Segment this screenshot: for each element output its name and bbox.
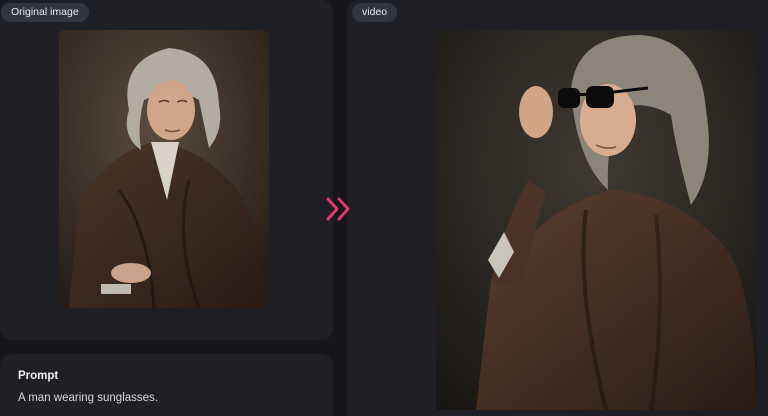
app-stage: Original image video Prompt A man wearin… (0, 0, 768, 416)
original-portrait-image[interactable] (59, 30, 269, 308)
prompt-text: A man wearing sunglasses. (18, 392, 158, 404)
video-label: video (352, 3, 398, 22)
double-chevron-right-icon (324, 196, 354, 222)
portrait-icon (59, 30, 269, 308)
prompt-card (0, 354, 333, 416)
prompt-title: Prompt (18, 370, 59, 382)
generated-video-frame[interactable] (436, 30, 757, 410)
video-frame-image-icon (436, 30, 757, 410)
original-image-label: Original image (1, 3, 89, 22)
